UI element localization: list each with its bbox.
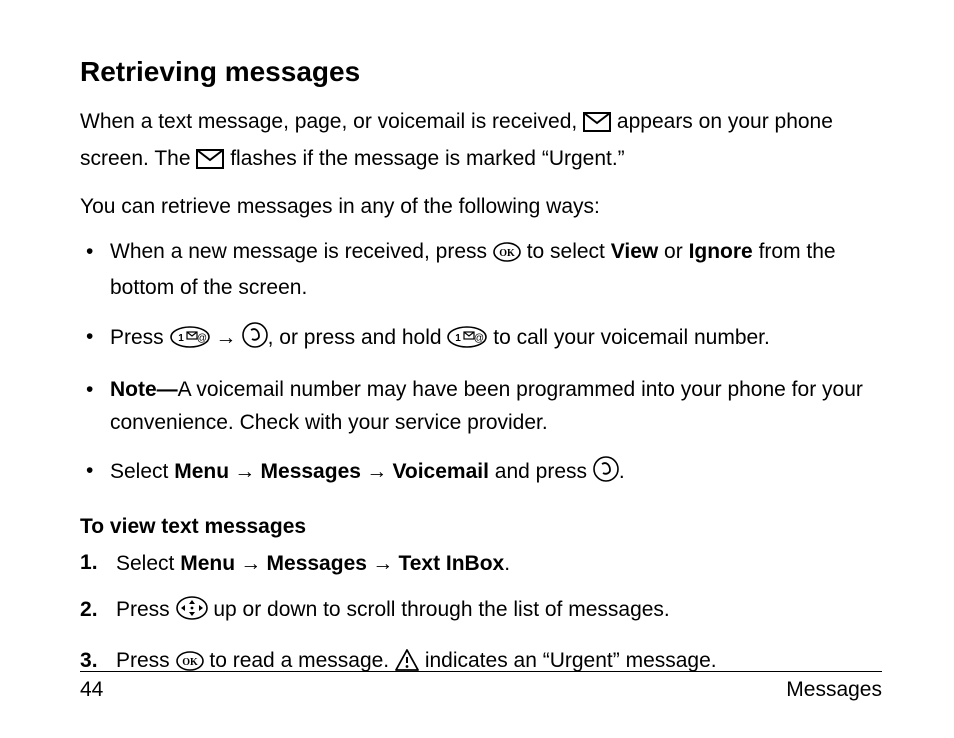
text: When a new message is received, press: [110, 240, 493, 263]
messages-label: Messages: [267, 552, 367, 575]
text: .: [619, 460, 625, 483]
svg-text:@: @: [474, 333, 484, 344]
menu-label: Menu: [174, 460, 229, 483]
text: Select: [110, 460, 174, 483]
page-title: Retrieving messages: [80, 56, 882, 88]
arrow-icon: →: [367, 551, 399, 575]
text: to read a message.: [209, 649, 395, 672]
call-button-icon: [242, 322, 268, 359]
step-item: Select Menu → Messages → Text InBox.: [80, 547, 882, 581]
text: indicates an “Urgent” message.: [425, 649, 717, 672]
svg-text:1: 1: [456, 333, 462, 344]
text: Press: [110, 326, 170, 349]
messages-label: Messages: [261, 460, 361, 483]
page-footer: 44 Messages: [80, 671, 882, 702]
text: Select: [116, 552, 180, 575]
arrow-icon: →: [361, 459, 393, 483]
text: to call your voicemail number.: [493, 326, 770, 349]
text: to select: [527, 240, 611, 263]
bullet-item: When a new message is received, press OK…: [80, 236, 882, 305]
ignore-label: Ignore: [689, 240, 753, 263]
note-label: Note—: [110, 378, 178, 401]
svg-text:@: @: [196, 333, 206, 344]
arrow-icon: →: [235, 551, 267, 575]
text: A voicemail number may have been program…: [110, 378, 863, 434]
ok-button-icon: OK: [493, 240, 521, 273]
nav-pad-icon: [176, 596, 208, 631]
text: , or press and hold: [268, 326, 448, 349]
call-button-icon: [593, 456, 619, 493]
svg-text:1: 1: [178, 333, 184, 344]
text: and press: [489, 460, 593, 483]
intro-text-c: flashes if the message is marked “Urgent…: [230, 147, 625, 170]
envelope-icon: [583, 110, 611, 143]
bullet-item: Press 1@ → , or press and hold 1@ to cal…: [80, 321, 882, 359]
envelope-icon: [196, 147, 224, 180]
voicemail-label: Voicemail: [392, 460, 489, 483]
svg-text:OK: OK: [499, 248, 515, 259]
arrow-icon: →: [215, 325, 241, 349]
manual-page: Retrieving messages When a text message,…: [0, 0, 954, 738]
bullet-list: When a new message is received, press OK…: [80, 236, 882, 493]
arrow-icon: →: [229, 459, 261, 483]
menu-label: Menu: [180, 552, 235, 575]
text-inbox-label: Text InBox: [398, 552, 504, 575]
section-name: Messages: [786, 678, 882, 702]
intro-text-a: When a text message, page, or voicemail …: [80, 110, 583, 133]
bullet-item: Note—A voicemail number may have been pr…: [80, 374, 882, 439]
voicemail-key-icon: 1@: [170, 326, 210, 359]
steps-list: Select Menu → Messages → Text InBox. Pre…: [80, 547, 882, 682]
text: up or down to scroll through the list of…: [213, 598, 669, 621]
view-label: View: [611, 240, 658, 263]
text: or: [658, 240, 688, 263]
bullet-item: Select Menu → Messages → Voicemail and p…: [80, 455, 882, 493]
subheading: To view text messages: [80, 515, 882, 539]
text: Press: [116, 598, 176, 621]
page-number: 44: [80, 678, 103, 702]
text: Press: [116, 649, 176, 672]
svg-text:OK: OK: [182, 657, 198, 668]
lead-paragraph: You can retrieve messages in any of the …: [80, 191, 882, 224]
step-item: Press up or down to scroll through the l…: [80, 594, 882, 631]
intro-paragraph: When a text message, page, or voicemail …: [80, 106, 882, 179]
voicemail-key-icon: 1@: [447, 326, 487, 359]
text: .: [504, 552, 510, 575]
